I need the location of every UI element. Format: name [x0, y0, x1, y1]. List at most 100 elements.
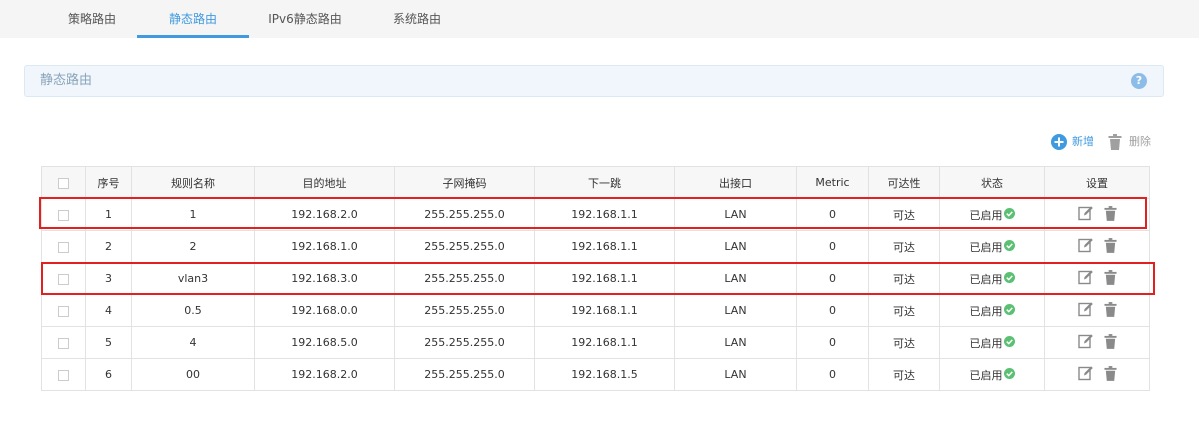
edit-icon[interactable]	[1077, 365, 1094, 384]
tab-policy-route[interactable]: 策略路由	[47, 0, 137, 38]
tab-system-route[interactable]: 系统路由	[361, 0, 473, 38]
metric-cell: 0	[796, 262, 869, 295]
tab-static-route[interactable]: 静态路由	[137, 0, 249, 38]
status-text: 已启用	[969, 272, 1003, 286]
rule-name-cell: 0.5	[131, 294, 255, 327]
column-header: 规则名称	[131, 166, 255, 199]
column-header: 设置	[1044, 166, 1150, 199]
index-cell: 4	[85, 294, 132, 327]
next-hop-cell: 192.168.1.1	[534, 294, 675, 327]
column-header: 下一跳	[534, 166, 675, 199]
metric-cell: 0	[796, 230, 869, 263]
subnet-mask-cell: 255.255.255.0	[394, 358, 535, 391]
row-select-cell	[41, 358, 86, 391]
edit-icon[interactable]	[1077, 205, 1094, 224]
plus-circle-icon	[1051, 134, 1067, 150]
destination-cell: 192.168.3.0	[254, 262, 395, 295]
row-select-cell	[41, 198, 86, 231]
edit-icon[interactable]	[1077, 333, 1094, 352]
tab-ipv6-static-route[interactable]: IPv6静态路由	[249, 0, 361, 38]
destination-cell: 192.168.5.0	[254, 326, 395, 359]
reachability-cell: 可达	[868, 230, 940, 263]
rule-name-cell: 1	[131, 198, 255, 231]
status-cell: 已启用	[939, 358, 1045, 391]
status-text: 已启用	[969, 336, 1003, 350]
status-badge: 已启用	[970, 271, 1015, 287]
table-row: 4 0.5 192.168.0.0 255.255.255.0 192.168.1.1 L…	[41, 294, 1150, 327]
status-text: 已启用	[969, 368, 1003, 382]
interface-cell: LAN	[674, 294, 797, 327]
edit-icon[interactable]	[1077, 269, 1094, 288]
metric-cell: 0	[796, 198, 869, 231]
row-checkbox[interactable]	[58, 273, 69, 285]
status-text: 已启用	[969, 240, 1003, 254]
subnet-mask-cell: 255.255.255.0	[394, 294, 535, 327]
destination-cell: 192.168.2.0	[254, 358, 395, 391]
table-row: 5 4 192.168.5.0 255.255.255.0 192.168.1.1 LAN…	[41, 326, 1150, 359]
tab-bar: 策略路由 静态路由 IPv6静态路由 系统路由	[0, 0, 1199, 38]
select-all-checkbox[interactable]	[58, 177, 69, 189]
status-cell: 已启用	[939, 198, 1045, 231]
trash-icon[interactable]	[1103, 365, 1117, 384]
settings-cell	[1044, 198, 1150, 231]
trash-icon[interactable]	[1103, 205, 1117, 224]
row-checkbox[interactable]	[58, 305, 69, 317]
table-row: 1 1 192.168.2.0 255.255.255.0 192.168.1.1 LAN…	[41, 198, 1150, 231]
status-cell: 已启用	[939, 230, 1045, 263]
row-checkbox[interactable]	[58, 209, 69, 221]
question-circle-icon[interactable]: ?	[1131, 73, 1147, 89]
metric-cell: 0	[796, 294, 869, 327]
column-header: 目的地址	[254, 166, 395, 199]
check-circle-icon	[1003, 239, 1015, 254]
trash-icon[interactable]	[1103, 269, 1117, 288]
row-select-cell	[41, 262, 86, 295]
check-circle-icon	[1003, 271, 1015, 286]
row-checkbox[interactable]	[58, 369, 69, 381]
check-circle-icon	[1003, 367, 1015, 382]
destination-cell: 192.168.1.0	[254, 230, 395, 263]
next-hop-cell: 192.168.1.1	[534, 230, 675, 263]
interface-cell: LAN	[674, 262, 797, 295]
status-cell: 已启用	[939, 294, 1045, 327]
reachability-cell: 可达	[868, 198, 940, 231]
index-cell: 2	[85, 230, 132, 263]
settings-cell	[1044, 326, 1150, 359]
row-checkbox[interactable]	[58, 337, 69, 349]
index-cell: 3	[85, 262, 132, 295]
check-circle-icon	[1003, 335, 1015, 350]
reachability-cell: 可达	[868, 294, 940, 327]
subnet-mask-cell: 255.255.255.0	[394, 262, 535, 295]
column-header: 可达性	[868, 166, 940, 199]
edit-icon[interactable]	[1077, 301, 1094, 320]
section-header: 静态路由 ?	[24, 65, 1164, 97]
status-badge: 已启用	[970, 207, 1015, 223]
column-header: 序号	[85, 166, 132, 199]
rule-name-cell: 00	[131, 358, 255, 391]
edit-icon[interactable]	[1077, 237, 1094, 256]
trash-icon[interactable]	[1103, 333, 1117, 352]
trash-icon[interactable]	[1103, 301, 1117, 320]
next-hop-cell: 192.168.1.5	[534, 358, 675, 391]
trash-icon[interactable]	[1103, 237, 1117, 256]
interface-cell: LAN	[674, 326, 797, 359]
table-body: 1 1 192.168.2.0 255.255.255.0 192.168.1.1 LAN…	[41, 198, 1150, 391]
table-row: 3 vlan3 192.168.3.0 255.255.255.0 192.168.1.…	[41, 262, 1150, 295]
rule-name-cell: vlan3	[131, 262, 255, 295]
settings-cell	[1044, 230, 1150, 263]
next-hop-cell: 192.168.1.1	[534, 326, 675, 359]
subnet-mask-cell: 255.255.255.0	[394, 230, 535, 263]
interface-cell: LAN	[674, 358, 797, 391]
subnet-mask-cell: 255.255.255.0	[394, 326, 535, 359]
check-circle-icon	[1003, 303, 1015, 318]
status-text: 已启用	[969, 208, 1003, 222]
row-select-cell	[41, 326, 86, 359]
column-header: 子网掩码	[394, 166, 535, 199]
status-badge: 已启用	[970, 335, 1015, 351]
row-checkbox[interactable]	[58, 241, 69, 253]
index-cell: 1	[85, 198, 132, 231]
settings-cell	[1044, 262, 1150, 295]
table-row: 6 00 192.168.2.0 255.255.255.0 192.168.1.5 LA…	[41, 358, 1150, 391]
active-tab-indicator	[137, 35, 249, 38]
row-select-cell	[41, 230, 86, 263]
reachability-cell: 可达	[868, 262, 940, 295]
